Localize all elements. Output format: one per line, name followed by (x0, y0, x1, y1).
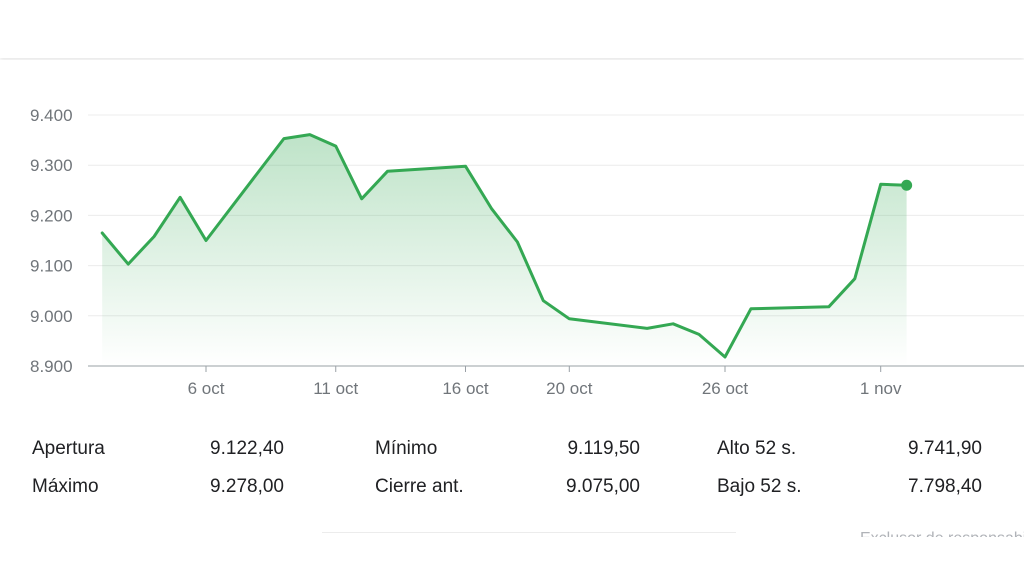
stats-table: Apertura 9.122,40 Máximo 9.278,00 Mínimo… (0, 434, 1024, 514)
x-axis-labels: 6 oct 11 oct 16 oct 20 oct 26 oct 1 nov (188, 379, 902, 398)
alto52-value: 9.741,90 (908, 438, 982, 459)
y-tick-label: 9.000 (30, 307, 73, 326)
data-point (489, 206, 494, 211)
data-point (723, 354, 728, 359)
data-point (878, 182, 883, 187)
series-layer (100, 132, 913, 366)
data-point (126, 262, 131, 267)
data-point (567, 316, 572, 321)
minimo-label: Mínimo (375, 438, 438, 459)
cierre-label: Cierre ant. (375, 476, 464, 497)
data-point (100, 230, 105, 235)
data-point (541, 298, 546, 303)
disclaimer-link[interactable]: Exclusor de responsabilidad (860, 527, 1024, 537)
y-tick-label: 9.400 (30, 106, 73, 125)
bottom-divider (322, 532, 736, 533)
apertura-value: 9.122,40 (210, 438, 284, 459)
data-point (333, 144, 338, 149)
x-tick-label: 11 oct (313, 379, 358, 398)
y-tick-label: 8.900 (30, 357, 73, 376)
price-area (102, 134, 907, 366)
data-point (515, 240, 520, 245)
bajo52-label: Bajo 52 s. (717, 476, 802, 497)
y-tick-label: 9.100 (30, 257, 73, 276)
data-point (748, 306, 753, 311)
data-point (307, 132, 312, 137)
alto52-label: Alto 52 s. (717, 438, 797, 459)
x-tick-label: 1 nov (860, 379, 902, 398)
data-point (463, 164, 468, 169)
data-point (152, 234, 157, 239)
data-point (697, 332, 702, 337)
cierre-value: 9.075,00 (566, 476, 640, 497)
data-point (671, 321, 676, 326)
data-point (178, 195, 183, 200)
data-point (281, 136, 286, 141)
y-tick-label: 9.300 (30, 156, 73, 175)
data-point (826, 304, 831, 309)
x-tick-label: 16 oct (442, 379, 489, 398)
y-axis-labels: 9.400 9.300 9.200 9.100 9.000 8.900 (30, 106, 73, 376)
y-tick-label: 9.200 (30, 206, 73, 225)
maximo-value: 9.278,00 (210, 476, 284, 497)
last-price-dot[interactable] (901, 179, 913, 191)
data-point (852, 276, 857, 281)
data-point (204, 238, 209, 243)
apertura-label: Apertura (32, 438, 105, 459)
data-point (385, 169, 390, 174)
x-tick-label: 6 oct (188, 379, 225, 398)
data-point (359, 196, 364, 201)
top-band (0, 0, 1024, 58)
minimo-value: 9.119,50 (567, 438, 640, 459)
price-chart[interactable]: 9.400 9.300 9.200 9.100 9.000 8.900 6 oct 11 o… (0, 60, 1024, 430)
x-tick-label: 20 oct (546, 379, 593, 398)
maximo-label: Máximo (32, 476, 99, 497)
bajo52-value: 7.798,40 (908, 476, 982, 497)
x-tick-label: 26 oct (702, 379, 749, 398)
data-point (645, 326, 650, 331)
